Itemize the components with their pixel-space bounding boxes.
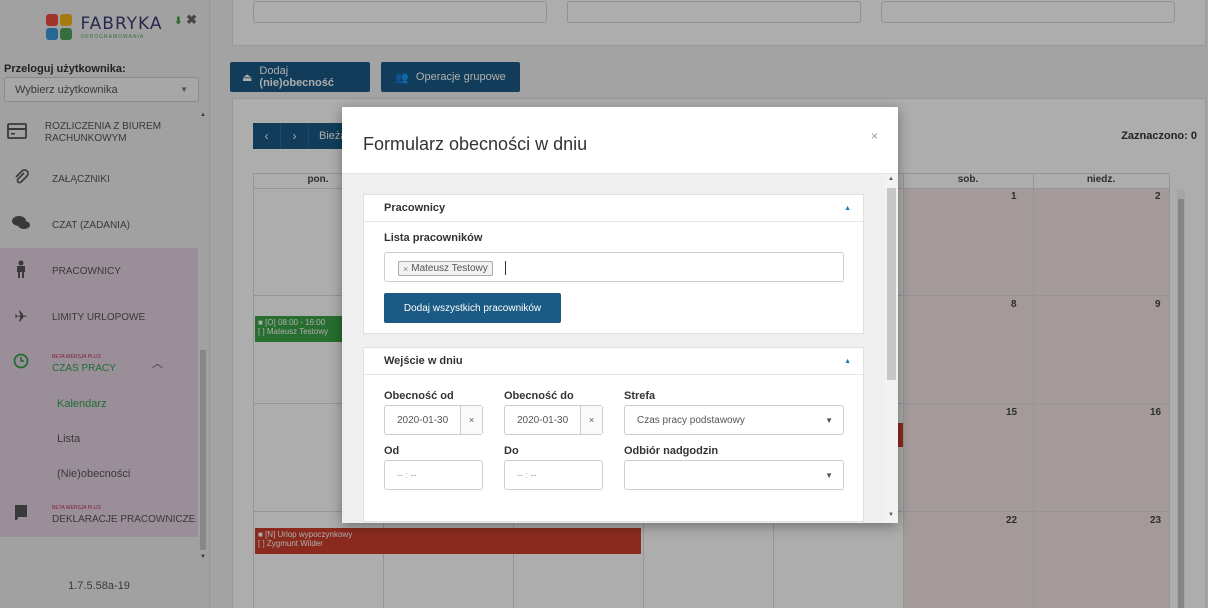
zone-select[interactable]: Czas pracy podstawowy ▼ <box>624 405 844 435</box>
add-all-employees-button[interactable]: Dodaj wszystkich pracowników <box>384 293 561 323</box>
modal-body: Pracownicy ▲ Lista pracowników × Mateusz… <box>342 174 898 523</box>
from-time-placeholder: -- : -- <box>397 470 417 480</box>
scroll-up-icon[interactable]: ▲ <box>888 176 894 182</box>
scrollbar-thumb[interactable] <box>887 188 896 380</box>
panel-title: Wejście w dniu <box>384 355 463 367</box>
panel-title: Pracownicy <box>384 202 446 214</box>
overtime-select[interactable]: ▼ <box>624 460 844 490</box>
modal-scrollbar[interactable]: ▲ ▼ <box>885 174 898 523</box>
day-entry-panel: Wejście w dniu ▲ Obecność od 2020-01-30 … <box>363 347 864 522</box>
scroll-down-icon[interactable]: ▼ <box>888 512 894 518</box>
clear-icon[interactable]: × <box>580 406 602 434</box>
from-time-input[interactable]: -- : -- <box>384 460 483 490</box>
chevron-up-icon[interactable]: ▲ <box>844 358 851 365</box>
presence-from-input[interactable]: 2020-01-30 × <box>384 405 483 435</box>
presence-to-label: Obecność do <box>504 390 574 402</box>
presence-from-label: Obecność od <box>384 390 454 402</box>
clear-icon[interactable]: × <box>460 406 482 434</box>
to-label: Do <box>504 445 519 457</box>
tag-label: Mateusz Testowy <box>411 263 488 274</box>
to-time-input[interactable]: -- : -- <box>504 460 603 490</box>
employee-tag-input[interactable]: × Mateusz Testowy <box>384 252 844 282</box>
day-entry-panel-header[interactable]: Wejście w dniu ▲ <box>364 348 863 375</box>
zone-label: Strefa <box>624 390 656 402</box>
chevron-down-icon: ▼ <box>825 415 833 425</box>
attendance-modal: Formularz obecności w dniu × Pracownicy … <box>342 107 898 523</box>
from-label: Od <box>384 445 400 457</box>
modal-title: Formularz obecności w dniu <box>363 134 588 154</box>
employees-panel-header[interactable]: Pracownicy ▲ <box>364 195 863 222</box>
employees-panel: Pracownicy ▲ Lista pracowników × Mateusz… <box>363 194 864 334</box>
presence-to-value: 2020-01-30 <box>517 414 569 426</box>
chevron-down-icon: ▼ <box>825 470 833 480</box>
to-time-placeholder: -- : -- <box>517 470 537 480</box>
modal-header: Formularz obecności w dniu × <box>342 107 898 174</box>
presence-to-input[interactable]: 2020-01-30 × <box>504 405 603 435</box>
zone-value: Czas pracy podstawowy <box>637 414 745 426</box>
overtime-label: Odbiór nadgodzin <box>624 445 719 457</box>
text-cursor <box>505 261 506 275</box>
employee-list-label: Lista pracowników <box>384 232 483 244</box>
close-icon[interactable]: × <box>871 129 878 143</box>
presence-from-value: 2020-01-30 <box>397 414 449 426</box>
tag-remove-icon[interactable]: × <box>403 264 408 274</box>
employee-tag: × Mateusz Testowy <box>398 261 493 276</box>
chevron-up-icon[interactable]: ▲ <box>844 205 851 212</box>
